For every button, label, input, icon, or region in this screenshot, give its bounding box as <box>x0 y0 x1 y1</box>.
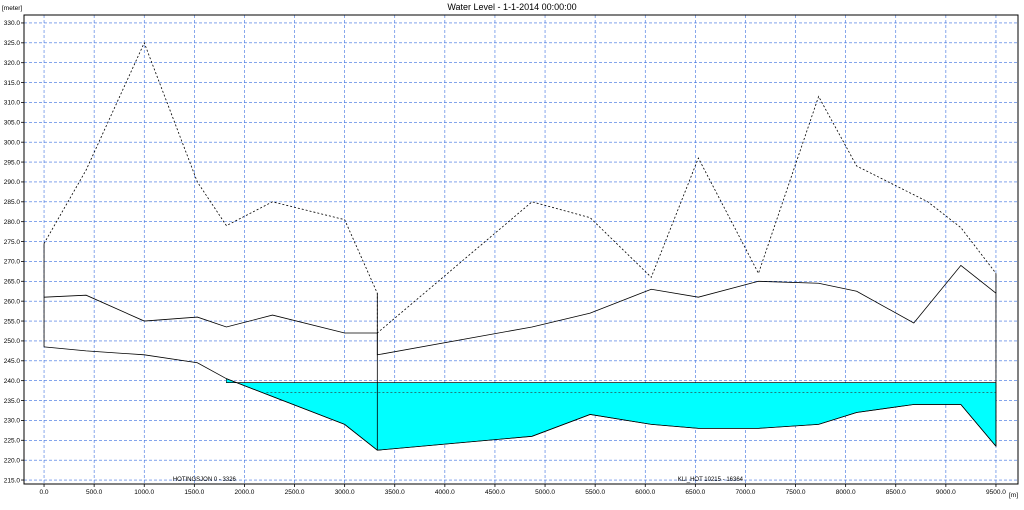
branch-label: HOTINGSJON 0 - 3326 <box>173 477 237 483</box>
y-tick-label: 280.0 <box>4 219 21 226</box>
y-tick-label: 235.0 <box>4 398 21 405</box>
x-tick-label: 6000.0 <box>635 489 655 496</box>
bank-level-line <box>44 264 997 356</box>
water-fill <box>226 378 997 451</box>
x-tick-label: 2000.0 <box>234 489 254 496</box>
y-tick-label: 325.0 <box>4 40 21 47</box>
y-tick-label: 300.0 <box>4 139 21 146</box>
y-tick-label: 275.0 <box>4 239 21 246</box>
x-tick-label: 500.0 <box>86 489 103 496</box>
y-tick-label: 250.0 <box>4 338 21 345</box>
x-tick-label: 5000.0 <box>535 489 555 496</box>
x-tick-label: 6500.0 <box>685 489 705 496</box>
x-tick-label: 4500.0 <box>485 489 505 496</box>
y-tick-label: 260.0 <box>4 298 21 305</box>
chart-title: Water Level - 1-1-2014 00:00:00 <box>447 2 576 12</box>
x-tick-label: 1000.0 <box>134 489 154 496</box>
y-tick-label: 315.0 <box>4 80 21 87</box>
y-tick-label: 285.0 <box>4 199 21 206</box>
water-level-chart: Water Level - 1-1-2014 00:00:00 [meter] … <box>2 2 1019 499</box>
x-tick-label: 2500.0 <box>285 489 305 496</box>
y-tick-label: 240.0 <box>4 378 21 385</box>
y-tick-label: 265.0 <box>4 279 21 286</box>
y-tick-label: 230.0 <box>4 418 21 425</box>
x-tick-label: 0.0 <box>40 489 49 496</box>
y-tick-label: 290.0 <box>4 179 21 186</box>
x-tick-label: 7500.0 <box>786 489 806 496</box>
x-tick-label: 8500.0 <box>886 489 906 496</box>
branch-labels: HOTINGSJON 0 - 3326 KLI_HOT 10215 - 16364 <box>173 477 744 483</box>
y-tick-label: 215.0 <box>4 477 21 484</box>
x-axis-unit-label: [m] <box>1009 492 1018 499</box>
x-tick-label: 3500.0 <box>385 489 405 496</box>
y-axis-unit-label: [meter] <box>2 5 22 12</box>
x-tick-label: 7000.0 <box>736 489 756 496</box>
x-tick-label: 9000.0 <box>936 489 956 496</box>
x-tick-label: 5500.0 <box>585 489 605 496</box>
x-tick-label: 8000.0 <box>836 489 856 496</box>
y-tick-label: 255.0 <box>4 318 21 325</box>
y-tick-label: 220.0 <box>4 457 21 464</box>
branch-label: KLI_HOT 10215 - 16364 <box>678 477 744 483</box>
max-level-line <box>43 41 997 334</box>
y-tick-label: 270.0 <box>4 259 21 266</box>
y-tick-label: 245.0 <box>4 358 21 365</box>
y-tick-label: 330.0 <box>4 20 21 27</box>
x-tick-label: 1500.0 <box>184 489 204 496</box>
y-tick-label: 310.0 <box>4 100 21 107</box>
y-tick-label: 225.0 <box>4 438 21 445</box>
x-tick-label: 4000.0 <box>435 489 455 496</box>
y-tick-label: 320.0 <box>4 60 21 67</box>
x-tick-label: 9500.0 <box>986 489 1006 496</box>
y-tick-label: 295.0 <box>4 159 21 166</box>
water-area <box>226 378 997 451</box>
x-tick-label: 3000.0 <box>335 489 355 496</box>
y-tick-label: 305.0 <box>4 120 21 127</box>
